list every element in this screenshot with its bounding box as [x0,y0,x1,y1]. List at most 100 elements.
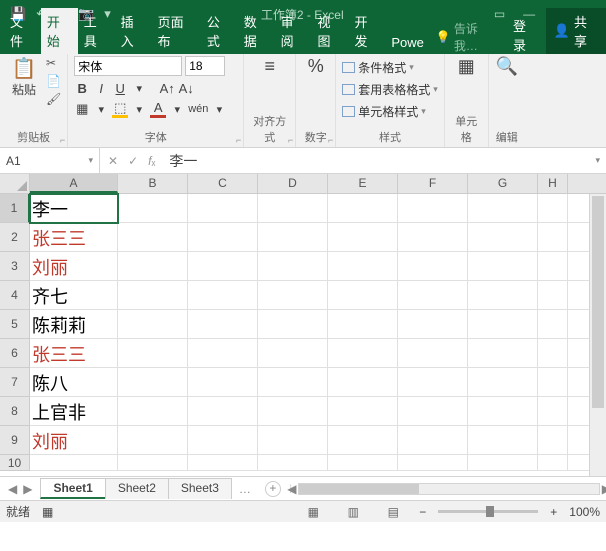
cell-C9[interactable] [188,426,258,455]
cell-C8[interactable] [188,397,258,426]
cell-G3[interactable] [468,252,538,281]
cut-icon[interactable]: ✂ [46,56,61,70]
cell-C2[interactable] [188,223,258,252]
login-button[interactable]: 登录 [505,16,546,54]
cell-E1[interactable] [328,194,398,223]
tab-home[interactable]: 开始 [41,8,78,54]
cell-F1[interactable] [398,194,468,223]
macro-record-icon[interactable]: ▦ [42,505,53,519]
tab-tools[interactable]: 工具 [78,8,115,54]
vertical-scrollbar[interactable] [589,194,606,476]
cell-C5[interactable] [188,310,258,339]
cell-B4[interactable] [118,281,188,310]
cell-styles-button[interactable]: 单元格样式▾ [342,100,438,122]
zoom-in-icon[interactable]: + [550,505,557,519]
sheet-prev-icon[interactable]: ◀ [8,482,17,496]
cell-H7[interactable] [538,368,568,397]
fx-icon[interactable]: fₓ [148,154,155,168]
col-head-D[interactable]: D [258,174,328,193]
col-head-F[interactable]: F [398,174,468,193]
page-layout-view-icon[interactable]: ▥ [339,505,367,519]
cell-E7[interactable] [328,368,398,397]
dialog-launcher-icon[interactable]: ⌐ [60,135,65,145]
cell-B9[interactable] [118,426,188,455]
phonetic-button[interactable]: wén [188,100,208,118]
dialog-launcher-icon[interactable]: ⌐ [328,135,333,145]
row-head-5[interactable]: 5 [0,310,29,339]
normal-view-icon[interactable]: ▦ [299,505,327,519]
chevron-down-icon[interactable]: ▾ [88,155,93,166]
tab-developer[interactable]: 开发 [348,8,385,54]
underline-button[interactable]: U [112,79,128,97]
cell-E9[interactable] [328,426,398,455]
cell-E10[interactable] [328,455,398,471]
cell-F4[interactable] [398,281,468,310]
enter-formula-icon[interactable]: ✓ [128,154,138,168]
cell-G7[interactable] [468,368,538,397]
tab-view[interactable]: 视图 [312,8,349,54]
cell-G4[interactable] [468,281,538,310]
cell-H2[interactable] [538,223,568,252]
cell-C1[interactable] [188,194,258,223]
row-head-3[interactable]: 3 [0,252,29,281]
sheet-tab-Sheet3[interactable]: Sheet3 [168,478,232,499]
row-head-9[interactable]: 9 [0,426,29,455]
cell-G1[interactable] [468,194,538,223]
tab-file[interactable]: 文件 [4,8,41,54]
cell-D7[interactable] [258,368,328,397]
tab-formulas[interactable]: 公式 [201,8,238,54]
zoom-out-icon[interactable]: − [419,505,426,519]
increase-font-icon[interactable]: A↑ [159,79,175,97]
cell-D10[interactable] [258,455,328,471]
cell-H8[interactable] [538,397,568,426]
row-head-2[interactable]: 2 [0,223,29,252]
row-head-1[interactable]: 1 [0,194,30,223]
cell-D4[interactable] [258,281,328,310]
cell-D8[interactable] [258,397,328,426]
cell-A3[interactable]: 刘丽 [30,252,118,281]
decrease-font-icon[interactable]: A↓ [178,79,194,97]
cell-G5[interactable] [468,310,538,339]
cell-H9[interactable] [538,426,568,455]
paste-button[interactable]: 📋 粘贴 [6,56,42,106]
cell-B10[interactable] [118,455,188,471]
cell-B3[interactable] [118,252,188,281]
cell-F7[interactable] [398,368,468,397]
cell-D3[interactable] [258,252,328,281]
row-head-4[interactable]: 4 [0,281,29,310]
cell-E2[interactable] [328,223,398,252]
zoom-slider[interactable] [438,510,538,513]
sheet-next-icon[interactable]: ▶ [23,482,32,496]
select-all-button[interactable] [0,174,30,194]
cell-D6[interactable] [258,339,328,368]
page-break-view-icon[interactable]: ▤ [379,505,407,519]
font-color-button[interactable]: A [150,100,166,118]
cell-C7[interactable] [188,368,258,397]
name-box[interactable]: A1▾ [0,148,100,173]
bold-button[interactable]: B [74,79,90,97]
column-headers[interactable]: ABCDEFGH [30,174,606,194]
cancel-formula-icon[interactable]: ✕ [108,154,118,168]
cell-C3[interactable] [188,252,258,281]
col-head-E[interactable]: E [328,174,398,193]
scrollbar-thumb[interactable] [299,484,419,494]
cell-F3[interactable] [398,252,468,281]
border-more-icon[interactable]: ▾ [93,100,109,118]
editing-button[interactable]: 🔍 [495,56,519,77]
cell-F6[interactable] [398,339,468,368]
col-head-H[interactable]: H [538,174,568,193]
cell-H5[interactable] [538,310,568,339]
horizontal-scrollbar[interactable]: ◀▶ [298,483,600,495]
alignment-button[interactable]: ≡ [250,56,289,77]
cell-B7[interactable] [118,368,188,397]
cell-F8[interactable] [398,397,468,426]
cell-A2[interactable]: 张三三 [30,223,118,252]
slider-knob[interactable] [486,506,494,517]
font-size-combo[interactable] [185,56,225,76]
format-painter-icon[interactable]: 🖌 [46,92,61,106]
cell-G9[interactable] [468,426,538,455]
cell-F2[interactable] [398,223,468,252]
cell-E5[interactable] [328,310,398,339]
cell-D9[interactable] [258,426,328,455]
conditional-format-button[interactable]: 条件格式▾ [342,56,438,78]
